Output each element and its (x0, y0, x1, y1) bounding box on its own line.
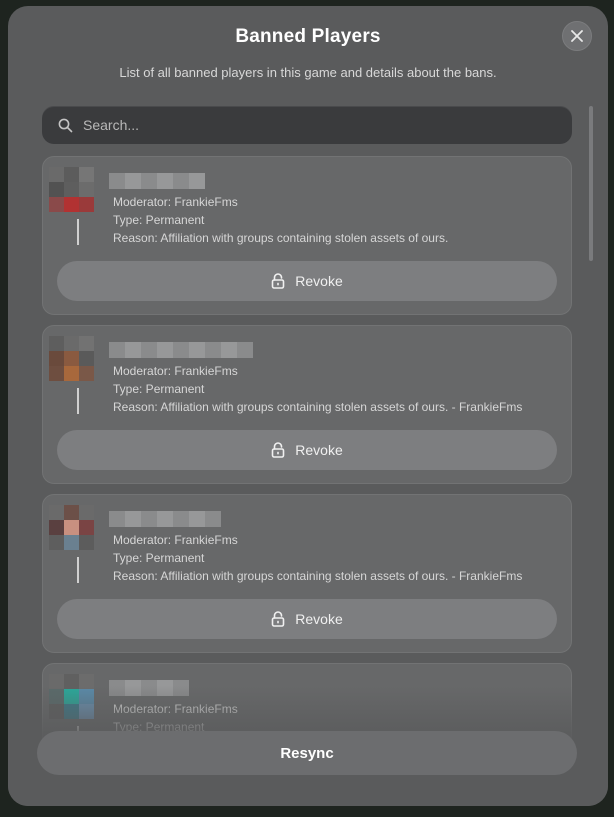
modal-subtitle: List of all banned players in this game … (119, 65, 497, 80)
avatar (49, 505, 95, 551)
ban-card: Moderator: FrankieFms Type: Permanent Reas… (42, 494, 572, 653)
avatar-divider (77, 557, 79, 583)
revoke-label: Revoke (295, 442, 343, 458)
redacted-username (109, 509, 221, 529)
close-button[interactable] (562, 21, 592, 51)
revoke-button[interactable]: Revoke (57, 261, 557, 301)
ban-type-text: Type: Permanent (113, 551, 205, 565)
search-bar[interactable] (42, 106, 572, 144)
revoke-button[interactable]: Revoke (57, 599, 557, 639)
scrollbar[interactable] (589, 106, 593, 261)
moderator-text: Moderator: FrankieFms (113, 195, 238, 209)
ban-type-text: Type: Permanent (113, 382, 205, 396)
avatar (49, 336, 95, 382)
search-icon (58, 118, 73, 132)
revoke-label: Revoke (295, 611, 343, 627)
moderator-text: Moderator: FrankieFms (113, 533, 238, 547)
revoke-button[interactable]: Revoke (57, 430, 557, 470)
ban-reason-text: Reason: Affiliation with groups containi… (113, 231, 449, 245)
ban-type-text: Type: Permanent (113, 213, 205, 227)
resync-button[interactable]: Resync (37, 731, 577, 775)
banned-players-modal: Banned Players List of all banned player… (8, 6, 608, 806)
lock-open-icon (271, 442, 285, 458)
lock-open-icon (271, 611, 285, 627)
avatar-divider (77, 219, 79, 245)
moderator-text: Moderator: FrankieFms (113, 364, 238, 378)
ban-card: Moderator: FrankieFms Type: Permanent Reas… (42, 156, 572, 315)
search-input[interactable] (83, 117, 523, 133)
redacted-username (109, 340, 253, 360)
close-icon (571, 30, 583, 42)
revoke-label: Revoke (295, 273, 343, 289)
ban-reason-text: Reason: Affiliation with groups containi… (113, 569, 523, 583)
avatar (49, 167, 95, 213)
redacted-username (109, 171, 205, 191)
modal-title: Banned Players (235, 26, 381, 47)
avatar-divider (77, 388, 79, 414)
lock-open-icon (271, 273, 285, 289)
ban-reason-text: Reason: Affiliation with groups containi… (113, 400, 523, 414)
ban-card: Moderator: FrankieFms Type: Permanent Reas… (42, 325, 572, 484)
